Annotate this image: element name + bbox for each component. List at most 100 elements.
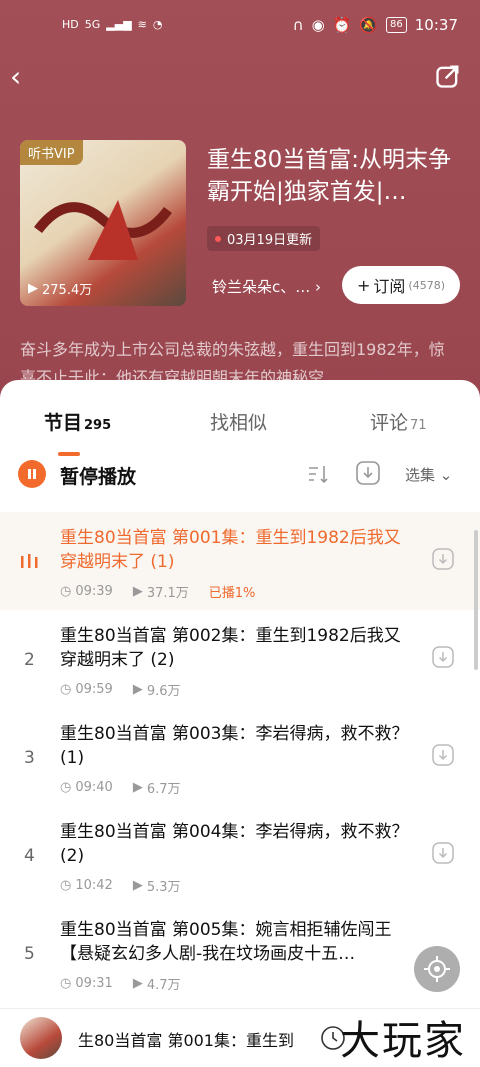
- episode-row[interactable]: 5 重生80当首富 第005集：婉言相拒辅佐闯王【悬疑玄幻多人剧-我在坟场画皮十…: [0, 904, 480, 1002]
- clock-icon: ◷: [60, 878, 72, 893]
- watermark-logo: 大玩家: [340, 1018, 466, 1064]
- download-icon[interactable]: [432, 842, 454, 864]
- tab-label: 评论: [370, 412, 409, 434]
- episode-sheet: 节目 295 找相似 评论 71 暂停播放 选集 ⌄ 重生80当首富 第001集：重…: [0, 380, 480, 1067]
- chevron-right-icon: ›: [315, 278, 322, 296]
- choose-episode-button[interactable]: 选集 ⌄: [405, 464, 452, 485]
- wifi-icon: ≋: [137, 18, 147, 31]
- vip-badge: 听书VIP: [20, 140, 83, 165]
- clock-icon: ◷: [60, 780, 72, 795]
- clock-icon: ◷: [60, 976, 72, 991]
- episode-meta: ◷ 09:40 ▶ 6.7万: [60, 778, 181, 797]
- tab-bar: 节目 295 找相似 评论 71: [0, 400, 480, 456]
- locate-playing-button[interactable]: [414, 946, 460, 992]
- episode-plays: 6.7万: [146, 782, 181, 797]
- episode-title: 重生80当首富 第002集：重生到1982后我又穿越明末了 (2): [60, 626, 401, 670]
- nfc-icon: ◔: [152, 18, 163, 31]
- episode-duration: 09:39: [75, 584, 113, 599]
- episode-index: 5: [24, 944, 35, 964]
- now-playing-icon: [21, 554, 38, 568]
- tab-similar[interactable]: 找相似: [210, 408, 267, 435]
- clock-icon: ◷: [60, 682, 72, 697]
- mini-player-cover[interactable]: [20, 1017, 62, 1059]
- status-right: ∩ ◉ ⏰ 🔕 86 10:37: [293, 16, 458, 34]
- album-description[interactable]: 奋斗多年成为上市公司总裁的朱弦越，重生回到1982年，惊喜不止于此：他还有穿越明…: [20, 336, 460, 380]
- update-text: 03月19日更新: [227, 233, 313, 248]
- download-all-icon[interactable]: [355, 460, 381, 486]
- alarm-icon: ⏰: [332, 16, 352, 34]
- play-icon: ▶: [28, 281, 38, 296]
- author-name: 铃兰朵朵c、…: [212, 278, 311, 296]
- update-badge: 03月19日更新: [207, 226, 321, 251]
- author-link[interactable]: 铃兰朵朵c、… ›: [212, 276, 321, 297]
- plus-icon: +: [357, 275, 371, 295]
- episode-duration: 10:42: [75, 878, 113, 893]
- status-bar: HD 5G ▂▄▆ ≋ ◔ ∩ ◉ ⏰ 🔕 86 10:37: [0, 14, 480, 44]
- episode-plays: 9.6万: [146, 684, 181, 699]
- chevron-down-icon: ⌄: [439, 466, 453, 484]
- album-header: HD 5G ▂▄▆ ≋ ◔ ∩ ◉ ⏰ 🔕 86 10:37 ‹ 听书VIP ▶…: [0, 0, 480, 400]
- tab-count: 71: [410, 418, 427, 433]
- headphones-icon: ∩: [292, 16, 304, 34]
- subscribe-button[interactable]: + 订阅 (4578): [342, 266, 460, 304]
- tab-label: 找相似: [210, 412, 268, 434]
- episode-plays: 4.7万: [146, 978, 181, 993]
- hd-icon: HD: [62, 18, 79, 31]
- scrollbar[interactable]: [474, 530, 478, 670]
- episode-row[interactable]: 4 重生80当首富 第004集：李岩得病，救不救？ (2) ◷ 10:42 ▶ 5.…: [0, 806, 480, 904]
- episode-meta: ◷ 09:31 ▶ 4.7万: [60, 974, 181, 993]
- subscribe-label: 订阅: [373, 277, 406, 296]
- episode-progress: 已播1%: [208, 586, 256, 601]
- play-icon: ▶: [132, 780, 143, 795]
- status-left-icons: HD 5G ▂▄▆ ≋ ◔: [62, 18, 163, 31]
- mute-icon: 🔕: [359, 16, 379, 34]
- episode-meta: ◷ 09:59 ▶ 9.6万: [60, 680, 181, 699]
- battery-indicator: 86: [386, 17, 407, 33]
- episode-title: 重生80当首富 第004集：李岩得病，救不救？ (2): [60, 822, 409, 866]
- episode-plays: 37.1万: [146, 586, 189, 601]
- download-icon[interactable]: [432, 646, 454, 668]
- episode-index: 4: [24, 846, 35, 866]
- tab-comments[interactable]: 评论 71: [370, 408, 427, 435]
- tab-episodes[interactable]: 节目 295: [44, 408, 111, 435]
- play-icon: ▶: [132, 976, 143, 991]
- pause-button[interactable]: [18, 460, 46, 488]
- cover-artwork: [34, 200, 172, 260]
- play-icon: ▶: [132, 682, 143, 697]
- pause-label[interactable]: 暂停播放: [60, 462, 136, 489]
- episode-title: 重生80当首富 第005集：婉言相拒辅佐闯王【悬疑玄幻多人剧-我在坟场画皮十五…: [60, 920, 392, 964]
- download-icon[interactable]: [432, 744, 454, 766]
- back-icon[interactable]: ‹: [10, 62, 40, 92]
- 5g-icon: 5G: [84, 18, 101, 31]
- locate-icon: [424, 956, 450, 982]
- update-dot: [215, 235, 221, 242]
- play-count: ▶ 275.4万: [28, 279, 92, 298]
- episode-title: 重生80当首富 第001集：重生到1982后我又穿越明末了 (1): [60, 528, 401, 572]
- play-icon: ▶: [132, 584, 143, 599]
- sort-icon[interactable]: [306, 462, 330, 486]
- mini-player-title[interactable]: 生80当首富 第001集：重生到: [78, 1027, 294, 1051]
- album-cover[interactable]: 听书VIP ▶ 275.4万: [20, 140, 186, 306]
- episode-meta: ◷ 09:39 ▶ 37.1万 已播1%: [60, 582, 255, 601]
- episode-row[interactable]: 重生80当首富 第001集：重生到1982后我又穿越明末了 (1) ◷ 09:39…: [0, 512, 480, 610]
- album-title: 重生80当首富:从明末争霸开始|独家首发|…: [207, 147, 452, 205]
- status-time: 10:37: [414, 16, 458, 34]
- signal-icon: ▂▄▆: [106, 18, 132, 31]
- episode-plays: 5.3万: [146, 880, 181, 895]
- choose-label: 选集: [405, 466, 436, 484]
- episode-row[interactable]: 2 重生80当首富 第002集：重生到1982后我又穿越明末了 (2) ◷ 09:…: [0, 610, 480, 708]
- eye-icon: ◉: [311, 16, 325, 34]
- playback-controls: 暂停播放 选集 ⌄: [0, 454, 480, 498]
- episode-list: 重生80当首富 第001集：重生到1982后我又穿越明末了 (1) ◷ 09:39…: [0, 512, 480, 1002]
- share-icon[interactable]: [434, 62, 462, 90]
- download-icon[interactable]: [432, 548, 454, 570]
- subscribe-count: (4578): [408, 278, 445, 292]
- play-count-value: 275.4万: [42, 283, 93, 298]
- episode-index: 2: [24, 650, 35, 670]
- play-icon: ▶: [132, 878, 143, 893]
- episode-duration: 09:31: [75, 976, 113, 991]
- episode-title: 重生80当首富 第003集：李岩得病，救不救？ (1): [60, 724, 409, 768]
- episode-meta: ◷ 10:42 ▶ 5.3万: [60, 876, 181, 895]
- episode-duration: 09:59: [75, 682, 113, 697]
- episode-row[interactable]: 3 重生80当首富 第003集：李岩得病，救不救？ (1) ◷ 09:40 ▶ 6.…: [0, 708, 480, 806]
